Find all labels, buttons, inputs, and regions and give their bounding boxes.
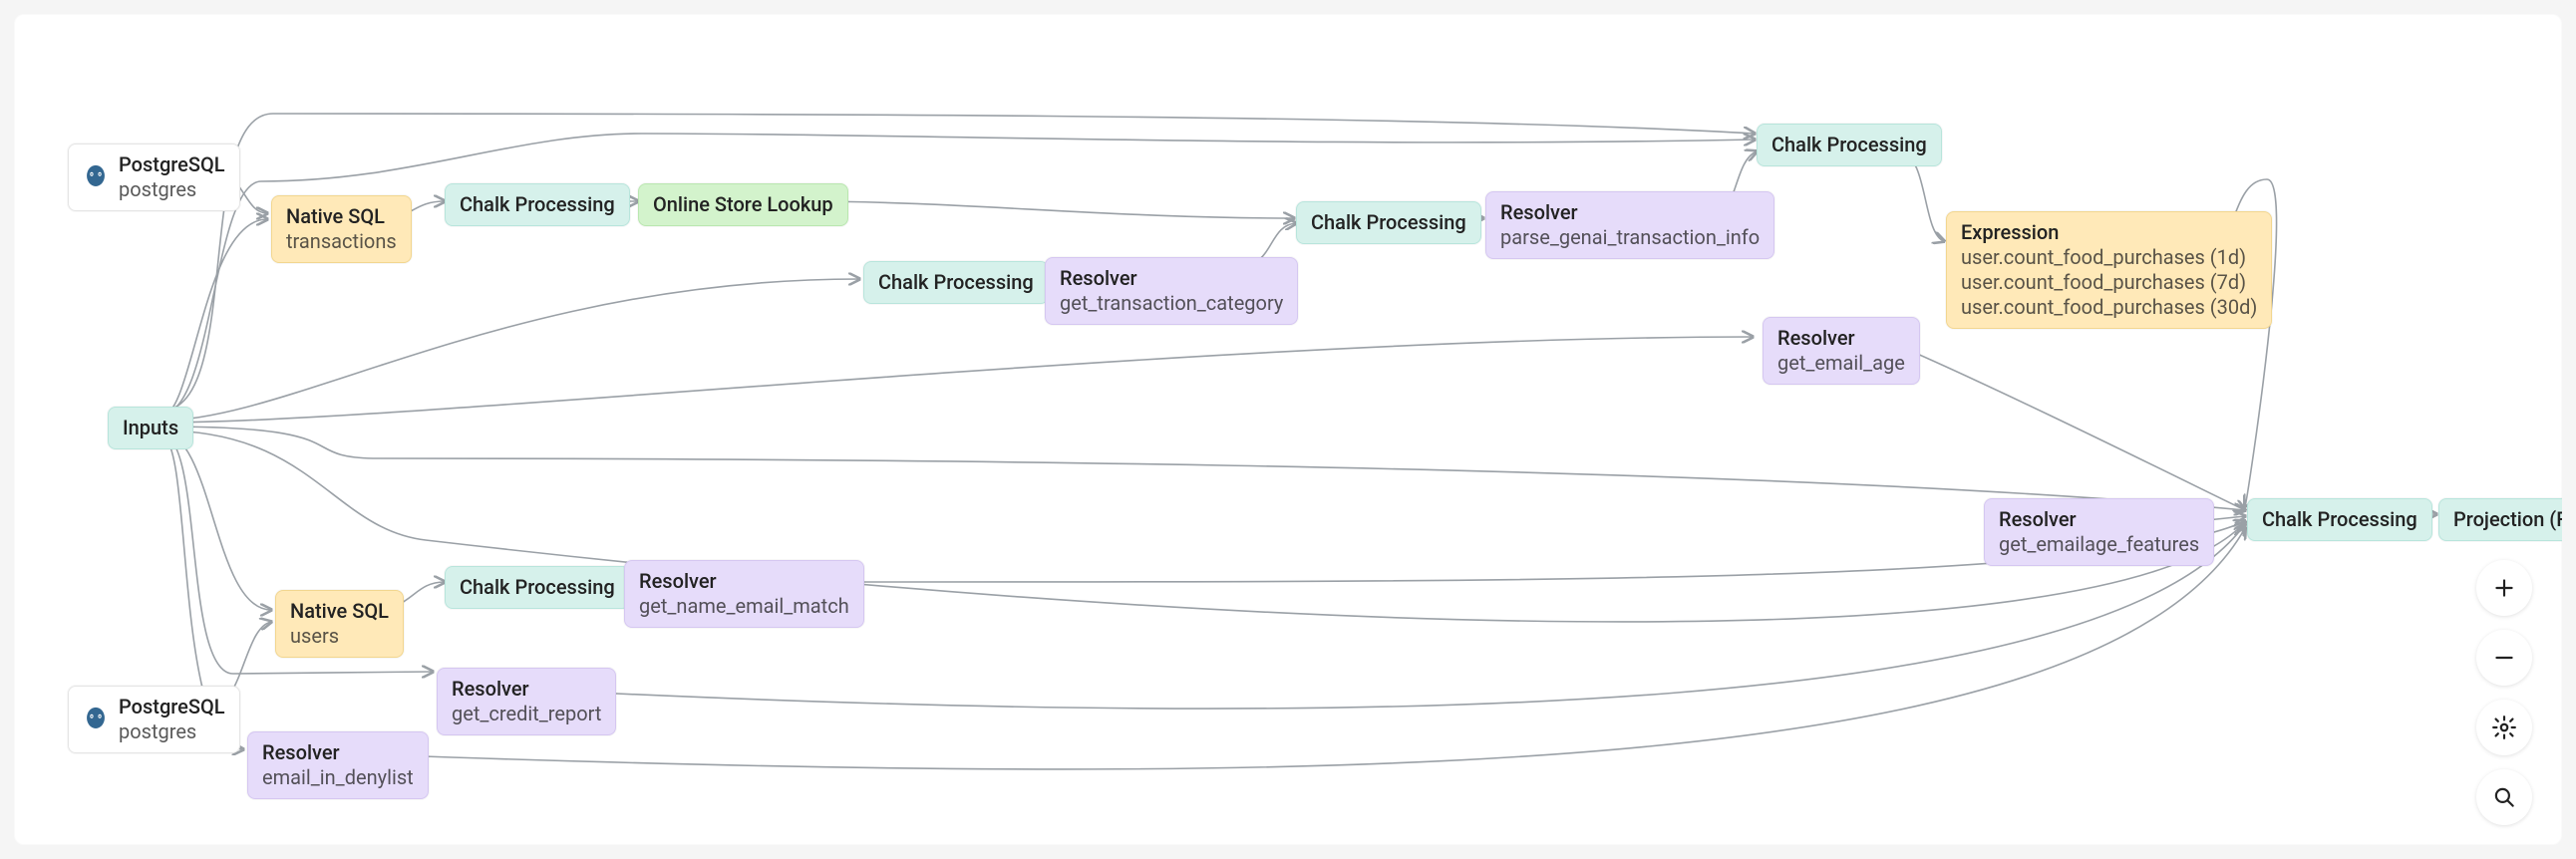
cp4-label: Chalk Processing bbox=[460, 575, 615, 599]
settings-button[interactable] bbox=[2476, 700, 2532, 755]
res-deny-sub: email_in_denylist bbox=[262, 765, 414, 790]
chalk-processing-3[interactable]: Chalk Processing bbox=[1296, 201, 1481, 244]
search-icon bbox=[2491, 784, 2517, 810]
res-parse-title: Resolver bbox=[1500, 200, 1760, 225]
search-button[interactable] bbox=[2476, 769, 2532, 825]
res-emailage-title: Resolver bbox=[1999, 507, 2199, 532]
expression-line-1: user.count_food_purchases (7d) bbox=[1961, 270, 2257, 295]
postgres-bottom-sub: postgres bbox=[119, 719, 225, 744]
native-sql-tx-sub: transactions bbox=[286, 229, 397, 254]
inputs-label: Inputs bbox=[123, 416, 178, 439]
resolver-emailage-features[interactable]: Resolver get_emailage_features bbox=[1984, 498, 2214, 566]
chalk-processing-4[interactable]: Chalk Processing bbox=[445, 566, 630, 609]
resolver-parse-genai[interactable]: Resolver parse_genai_transaction_info bbox=[1485, 191, 1774, 259]
diagram-canvas[interactable]: PostgreSQL postgres PostgreSQL postgres … bbox=[14, 14, 2562, 845]
chalk-processing-1[interactable]: Chalk Processing bbox=[445, 183, 630, 226]
canvas-toolbar bbox=[2476, 560, 2532, 825]
cp5-label: Chalk Processing bbox=[1771, 133, 1927, 156]
postgres-top[interactable]: PostgreSQL postgres bbox=[68, 143, 240, 211]
zoom-out-button[interactable] bbox=[2476, 630, 2532, 686]
res-txcat-title: Resolver bbox=[1060, 266, 1283, 291]
res-emailage-a-title: Resolver bbox=[1777, 326, 1905, 351]
postgres-bottom[interactable]: PostgreSQL postgres bbox=[68, 686, 240, 753]
postgres-top-sub: postgres bbox=[119, 177, 225, 202]
projection-final[interactable]: Projection (Final) bbox=[2438, 498, 2562, 541]
resolver-email-denylist[interactable]: Resolver email_in_denylist bbox=[247, 731, 429, 799]
resolver-transaction-category[interactable]: Resolver get_transaction_category bbox=[1045, 257, 1298, 325]
resolver-credit-report[interactable]: Resolver get_credit_report bbox=[437, 668, 616, 735]
native-sql-users[interactable]: Native SQL users bbox=[275, 590, 404, 658]
inputs-node[interactable]: Inputs bbox=[108, 407, 193, 449]
projection-label: Projection (Final) bbox=[2453, 507, 2562, 531]
online-store-lookup[interactable]: Online Store Lookup bbox=[638, 183, 848, 226]
chalk-processing-2[interactable]: Chalk Processing bbox=[863, 261, 1049, 304]
native-sql-transactions[interactable]: Native SQL transactions bbox=[271, 195, 412, 263]
res-deny-title: Resolver bbox=[262, 740, 414, 765]
native-sql-users-sub: users bbox=[290, 624, 389, 649]
res-emailage-a-sub: get_email_age bbox=[1777, 351, 1905, 376]
res-credit-sub: get_credit_report bbox=[452, 702, 601, 726]
postgres-bottom-title: PostgreSQL bbox=[119, 695, 225, 719]
res-emailage-sub: get_emailage_features bbox=[1999, 532, 2199, 557]
res-nem-title: Resolver bbox=[639, 569, 849, 594]
cp6-label: Chalk Processing bbox=[2262, 507, 2417, 531]
expression-title: Expression bbox=[1961, 220, 2257, 245]
plus-icon bbox=[2491, 575, 2517, 601]
resolver-name-email-match[interactable]: Resolver get_name_email_match bbox=[624, 560, 864, 628]
zoom-in-button[interactable] bbox=[2476, 560, 2532, 616]
postgres-icon bbox=[83, 164, 109, 190]
gear-icon bbox=[2491, 715, 2517, 740]
edges-layer bbox=[14, 14, 2562, 845]
chalk-processing-5[interactable]: Chalk Processing bbox=[1757, 124, 1942, 166]
resolver-email-age[interactable]: Resolver get_email_age bbox=[1763, 317, 1920, 385]
chalk-processing-6[interactable]: Chalk Processing bbox=[2247, 498, 2432, 541]
online-store-label: Online Store Lookup bbox=[653, 192, 833, 216]
minus-icon bbox=[2491, 645, 2517, 671]
expression-node[interactable]: Expression user.count_food_purchases (1d… bbox=[1946, 211, 2272, 329]
expression-line-2: user.count_food_purchases (30d) bbox=[1961, 295, 2257, 320]
cp3-label: Chalk Processing bbox=[1311, 210, 1466, 234]
cp1-label: Chalk Processing bbox=[460, 192, 615, 216]
native-sql-users-title: Native SQL bbox=[290, 599, 389, 624]
native-sql-tx-title: Native SQL bbox=[286, 204, 397, 229]
cp2-label: Chalk Processing bbox=[878, 270, 1034, 294]
res-txcat-sub: get_transaction_category bbox=[1060, 291, 1283, 316]
expression-line-0: user.count_food_purchases (1d) bbox=[1961, 245, 2257, 270]
postgres-icon bbox=[83, 707, 109, 732]
res-credit-title: Resolver bbox=[452, 677, 601, 702]
res-nem-sub: get_name_email_match bbox=[639, 594, 849, 619]
res-parse-sub: parse_genai_transaction_info bbox=[1500, 225, 1760, 250]
postgres-top-title: PostgreSQL bbox=[119, 152, 225, 177]
